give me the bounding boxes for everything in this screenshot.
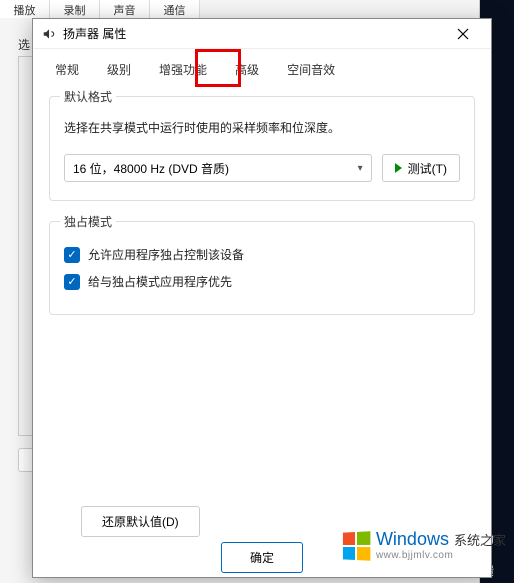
bg-tab-sound[interactable]: 声音	[100, 0, 150, 18]
check-label-allow: 允许应用程序独占控制该设备	[88, 246, 244, 263]
test-button[interactable]: 测试(T)	[382, 154, 460, 182]
watermark-main: Windows	[376, 529, 449, 549]
checkbox-allow-exclusive[interactable]: ✓	[64, 247, 80, 263]
tab-levels[interactable]: 级别	[95, 55, 143, 84]
checkbox-exclusive-priority[interactable]: ✓	[64, 274, 80, 290]
bg-tab-comm[interactable]: 通信	[150, 0, 200, 18]
tab-advanced[interactable]: 高级	[223, 55, 271, 84]
sample-rate-value: 16 位，48000 Hz (DVD 音质)	[73, 160, 229, 177]
test-button-label: 测试(T)	[408, 160, 447, 177]
background-tabs: 播放 录制 声音 通信	[0, 0, 200, 18]
default-format-legend: 默认格式	[60, 88, 116, 105]
ok-button[interactable]: 确定	[221, 542, 303, 573]
default-format-group: 默认格式 选择在共享模式中运行时使用的采样频率和位深度。 16 位，48000 …	[49, 96, 475, 201]
sample-rate-select[interactable]: 16 位，48000 Hz (DVD 音质) ▾	[64, 154, 372, 182]
titlebar: 扬声器 属性	[33, 19, 491, 49]
speaker-icon	[41, 26, 57, 42]
watermark-sub1: 系统之家	[454, 533, 506, 548]
bg-left-label: 选	[18, 36, 30, 53]
close-icon	[457, 28, 469, 40]
dialog-tabs: 常规 级别 增强功能 高级 空间音效	[33, 49, 491, 84]
exclusive-legend: 独占模式	[60, 213, 116, 230]
play-icon	[395, 163, 402, 173]
check-row-exclusive-priority[interactable]: ✓ 给与独占模式应用程序优先	[64, 273, 460, 290]
speaker-properties-dialog: 扬声器 属性 常规 级别 增强功能 高级 空间音效 默认格式 选择在共享模式中运…	[32, 18, 492, 578]
tab-spatial[interactable]: 空间音效	[275, 55, 347, 84]
tab-enhance[interactable]: 增强功能	[147, 55, 219, 84]
exclusive-mode-group: 独占模式 ✓ 允许应用程序独占控制该设备 ✓ 给与独占模式应用程序优先	[49, 221, 475, 315]
check-label-priority: 给与独占模式应用程序优先	[88, 273, 232, 290]
bg-tab-play[interactable]: 播放	[0, 0, 50, 18]
dialog-content: 默认格式 选择在共享模式中运行时使用的采样频率和位深度。 16 位，48000 …	[33, 84, 491, 347]
tab-general[interactable]: 常规	[43, 55, 91, 84]
watermark: Windows 系统之家 www.bjjmlv.com	[342, 530, 506, 561]
restore-defaults-button[interactable]: 还原默认值(D)	[81, 506, 200, 537]
watermark-url: www.bjjmlv.com	[376, 550, 506, 561]
bg-tab-record[interactable]: 录制	[50, 0, 100, 18]
check-row-allow-exclusive[interactable]: ✓ 允许应用程序独占控制该设备	[64, 246, 460, 263]
windows-logo-icon	[343, 531, 370, 560]
chevron-down-icon: ▾	[358, 163, 363, 174]
default-format-description: 选择在共享模式中运行时使用的采样频率和位深度。	[64, 119, 460, 136]
dialog-title: 扬声器 属性	[63, 25, 443, 42]
close-button[interactable]	[443, 20, 483, 48]
